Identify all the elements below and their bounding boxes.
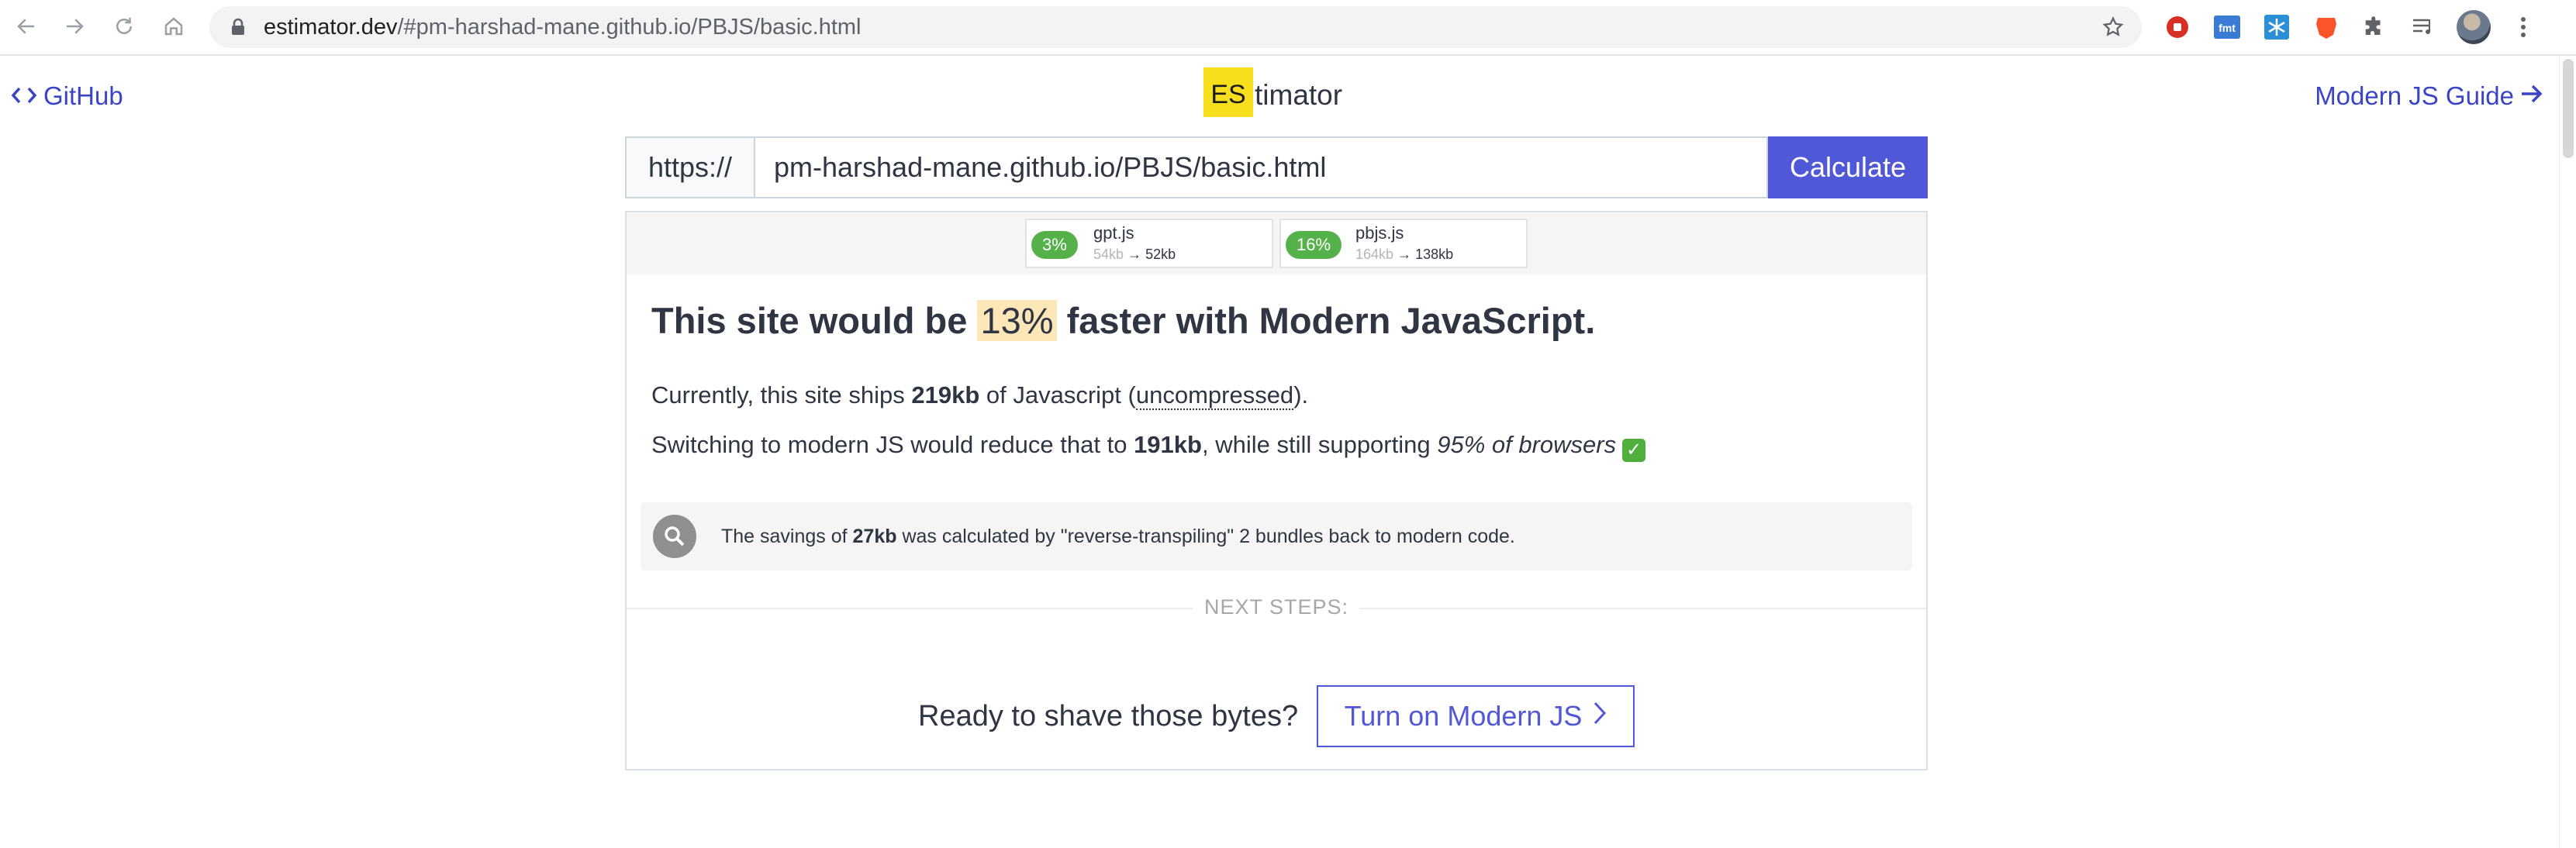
home-icon[interactable]: [158, 11, 189, 42]
line1-mid: of Javascript (: [979, 381, 1136, 408]
modern-size: 191kb: [1134, 431, 1202, 458]
savings-size: 27kb: [852, 526, 897, 547]
arrow-right-icon: [2520, 81, 2543, 112]
current-size: 219kb: [911, 381, 980, 408]
scrollbar-thumb[interactable]: [2563, 59, 2574, 158]
github-label: GitHub: [43, 81, 123, 110]
snowflake-extension-icon[interactable]: [2260, 10, 2294, 44]
next-steps-heading: NEXT STEPS:: [627, 595, 1926, 619]
magnifier-icon: [653, 515, 696, 558]
result-card: 3% gpt.js 54kb → 52kb 16% pbjs.js 164kb …: [625, 211, 1928, 770]
cta-prompt: Ready to shave those bytes?: [918, 700, 1299, 733]
url-prefix: https://: [625, 136, 754, 198]
next-steps-label: NEXT STEPS:: [1193, 595, 1360, 619]
size-arrow: →: [1127, 246, 1142, 262]
svg-text:fmt: fmt: [2219, 22, 2236, 34]
address-bar[interactable]: estimator.dev/#pm-harshad-mane.github.io…: [209, 6, 2142, 48]
extensions-icon[interactable]: [2357, 10, 2391, 44]
address-url[interactable]: estimator.dev/#pm-harshad-mane.github.io…: [264, 6, 862, 48]
cta-button-label: Turn on Modern JS: [1344, 700, 1583, 732]
reading-list-icon[interactable]: [2407, 10, 2441, 44]
line2-mid: , while still supporting: [1201, 431, 1438, 458]
forward-icon[interactable]: [59, 11, 90, 42]
bundle-sizes: 164kb → 138kb: [1355, 246, 1453, 263]
code-icon: [11, 81, 37, 112]
url-host: estimator.dev: [264, 15, 398, 40]
bundle-name: gpt.js: [1093, 223, 1134, 243]
bundle-name: pbjs.js: [1355, 223, 1404, 243]
line1-post: ).: [1293, 381, 1309, 408]
savings-note-text: The savings of 27kb was calculated by "r…: [721, 502, 1515, 571]
uncompressed-tooltip[interactable]: uncompressed: [1135, 381, 1294, 410]
note-pre: The savings of: [721, 526, 853, 547]
lock-icon: [230, 18, 247, 40]
logo-text: timator: [1255, 79, 1343, 111]
logo-es: ES: [1203, 67, 1253, 117]
line2-pre: Switching to modern JS would reduce that…: [651, 431, 1134, 458]
url-form: https:// Calculate: [625, 136, 1928, 198]
old-size: 54kb: [1093, 246, 1124, 262]
browser-support: 95% of browsers: [1437, 431, 1617, 458]
check-icon: ✓: [1622, 439, 1646, 462]
estimator-logo[interactable]: ES timator: [1203, 67, 1342, 118]
reload-icon[interactable]: [109, 11, 140, 42]
fmt-extension-icon[interactable]: fmt: [2210, 10, 2244, 44]
back-icon[interactable]: [11, 11, 42, 42]
calculate-button[interactable]: Calculate: [1768, 136, 1928, 198]
browser-toolbar: estimator.dev/#pm-harshad-mane.github.io…: [0, 0, 2576, 56]
bundle-item[interactable]: 16% pbjs.js 164kb → 138kb: [1279, 219, 1528, 268]
star-icon[interactable]: [2101, 16, 2125, 43]
savings-badge: 3%: [1031, 231, 1078, 259]
note-post: was calculated by "reverse-transpiling" …: [896, 526, 1515, 547]
current-size-text: Currently, this site ships 219kb of Java…: [651, 381, 1309, 410]
url-path: /#pm-harshad-mane.github.io/PBJS/basic.h…: [397, 15, 862, 40]
brave-lion-icon[interactable]: [2309, 10, 2343, 44]
modern-js-guide-link[interactable]: Modern JS Guide: [2315, 81, 2543, 112]
savings-note: The savings of 27kb was calculated by "r…: [641, 502, 1912, 571]
bundle-item[interactable]: 3% gpt.js 54kb → 52kb: [1025, 219, 1273, 268]
bundle-sizes: 54kb → 52kb: [1093, 246, 1176, 263]
page-scrollbar[interactable]: [2559, 56, 2576, 848]
chevron-right-icon: [1593, 700, 1607, 733]
guide-label: Modern JS Guide: [2315, 81, 2514, 110]
bundle-list: 3% gpt.js 54kb → 52kb 16% pbjs.js 164kb …: [627, 212, 1926, 274]
headline-post: faster with Modern JavaScript.: [1056, 300, 1596, 341]
new-size: 52kb: [1145, 246, 1176, 262]
more-icon[interactable]: [2506, 10, 2540, 44]
size-arrow: →: [1397, 246, 1412, 262]
turn-on-modern-js-button[interactable]: Turn on Modern JS: [1317, 685, 1635, 747]
headline-pre: This site would be: [651, 300, 978, 341]
speedup-percentage: 13%: [977, 300, 1057, 341]
ublock-icon[interactable]: [2160, 10, 2194, 44]
new-size: 138kb: [1415, 246, 1454, 262]
site-url-input[interactable]: [754, 136, 1768, 198]
old-size: 164kb: [1355, 246, 1394, 262]
cta-row: Ready to shave those bytes? Turn on Mode…: [627, 685, 1926, 747]
savings-badge: 16%: [1286, 231, 1342, 259]
result-headline: This site would be 13% faster with Moder…: [651, 299, 1595, 342]
github-link[interactable]: GitHub: [11, 81, 123, 112]
line1-pre: Currently, this site ships: [651, 381, 912, 408]
profile-avatar[interactable]: [2457, 10, 2491, 44]
modern-size-text: Switching to modern JS would reduce that…: [651, 431, 1646, 462]
